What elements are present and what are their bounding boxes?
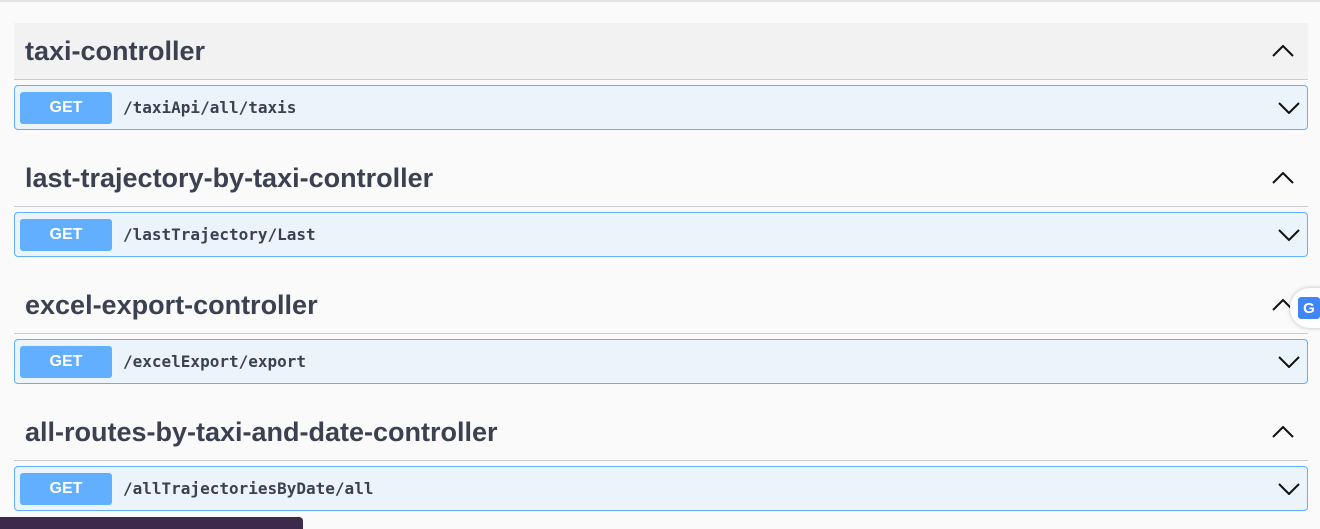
- tag-title: taxi-controller: [25, 35, 206, 66]
- method-badge: GET: [20, 91, 112, 124]
- chevron-down-icon[interactable]: [1276, 222, 1302, 248]
- chevron-down-icon[interactable]: [1276, 349, 1302, 375]
- operation-path: /lastTrajectory/Last: [123, 225, 316, 244]
- api-sections: taxi-controller GET /taxiApi/all/taxis l…: [14, 23, 1308, 511]
- tag-title: last-trajectory-by-taxi-controller: [25, 162, 434, 193]
- tag-section-taxi-controller: taxi-controller GET /taxiApi/all/taxis: [14, 23, 1308, 130]
- operation-get[interactable]: GET /taxiApi/all/taxis: [14, 85, 1308, 130]
- chevron-down-icon[interactable]: [1276, 476, 1302, 502]
- tag-title: excel-export-controller: [25, 289, 318, 320]
- tag-section-excel-export-controller: excel-export-controller GET /excelExport…: [14, 277, 1308, 384]
- tag-section-last-trajectory-by-taxi-controller: last-trajectory-by-taxi-controller GET /…: [14, 150, 1308, 257]
- operation-path: /allTrajectoriesByDate/all: [123, 479, 374, 498]
- chevron-down-icon[interactable]: [1276, 95, 1302, 121]
- tag-header[interactable]: excel-export-controller: [14, 277, 1308, 334]
- top-divider: [0, 0, 1320, 2]
- operation-get[interactable]: GET /allTrajectoriesByDate/all: [14, 466, 1308, 511]
- chevron-up-icon[interactable]: [1270, 38, 1296, 64]
- method-badge: GET: [20, 472, 112, 505]
- method-badge: GET: [20, 345, 112, 378]
- operation-get[interactable]: GET /excelExport/export: [14, 339, 1308, 384]
- google-translate-icon: G: [1298, 297, 1320, 319]
- tag-title: all-routes-by-taxi-and-date-controller: [25, 416, 498, 447]
- operation-get[interactable]: GET /lastTrajectory/Last: [14, 212, 1308, 257]
- operation-path: /excelExport/export: [123, 352, 307, 371]
- tag-header[interactable]: taxi-controller: [14, 23, 1308, 80]
- status-bar-tooltip: [0, 517, 303, 529]
- chevron-up-icon[interactable]: [1270, 165, 1296, 191]
- operation-path: /taxiApi/all/taxis: [123, 98, 297, 117]
- method-badge: GET: [20, 218, 112, 251]
- tag-section-all-routes-by-taxi-and-date-controller: all-routes-by-taxi-and-date-controller G…: [14, 404, 1308, 511]
- chevron-up-icon[interactable]: [1270, 419, 1296, 445]
- tag-header[interactable]: last-trajectory-by-taxi-controller: [14, 150, 1308, 207]
- tag-header[interactable]: all-routes-by-taxi-and-date-controller: [14, 404, 1308, 461]
